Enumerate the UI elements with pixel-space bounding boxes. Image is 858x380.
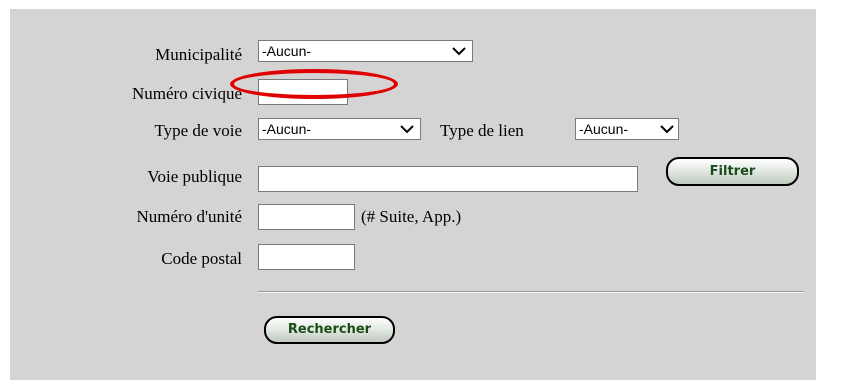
municipalite-selected-value: -Aucun-: [262, 43, 312, 59]
numero-unite-input[interactable]: [258, 204, 355, 230]
type-de-voie-label: Type de voie: [154, 121, 242, 140]
form-separator: [258, 291, 803, 293]
type-de-voie-selected-value: -Aucun-: [262, 121, 312, 137]
voie-publique-input[interactable]: [258, 166, 638, 192]
chevron-down-icon: [400, 125, 414, 134]
municipalite-label: Municipalité: [155, 45, 242, 64]
chevron-down-icon: [660, 125, 674, 134]
highlight-ellipse-annotation: [230, 69, 398, 99]
type-de-lien-label: Type de lien: [440, 121, 524, 140]
numero-civique-label: Numéro civique: [132, 84, 242, 103]
rechercher-button[interactable]: Rechercher: [264, 316, 395, 344]
type-de-lien-selected-value: -Aucun-: [579, 121, 629, 137]
type-de-lien-select[interactable]: -Aucun-: [575, 118, 679, 140]
code-postal-label: Code postal: [161, 249, 242, 268]
numero-unite-label: Numéro d'unité: [136, 207, 242, 226]
filtrer-button[interactable]: Filtrer: [666, 157, 799, 186]
chevron-down-icon: [452, 47, 466, 56]
municipalite-select[interactable]: -Aucun-: [258, 40, 473, 62]
voie-publique-label: Voie publique: [147, 167, 242, 186]
code-postal-input[interactable]: [258, 244, 355, 270]
numero-unite-hint: (# Suite, App.): [361, 207, 462, 226]
type-de-voie-select[interactable]: -Aucun-: [258, 118, 421, 140]
